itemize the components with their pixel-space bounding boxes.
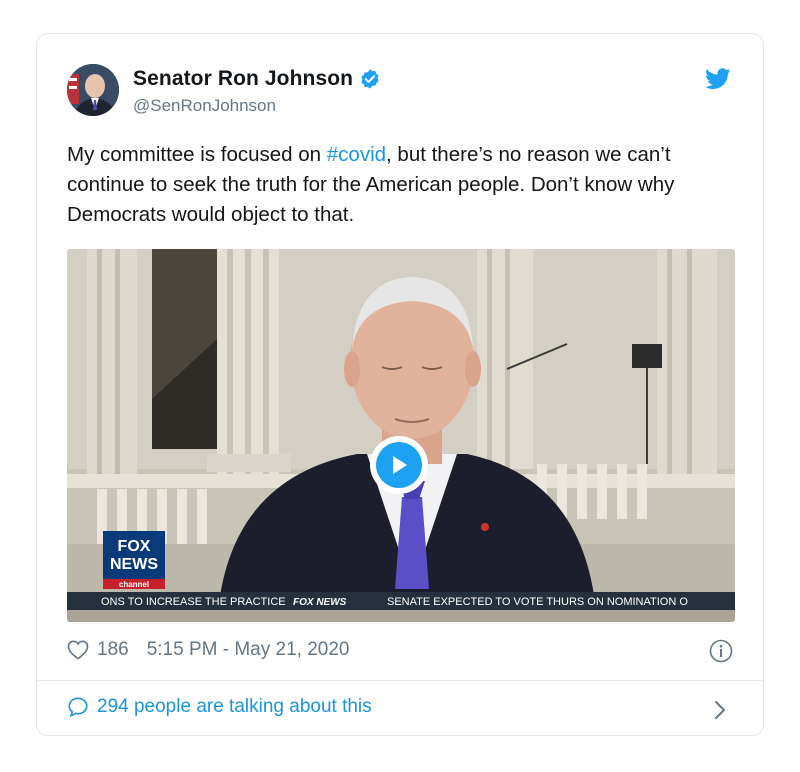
twitter-bird-icon[interactable]	[705, 68, 731, 90]
comment-bubble-icon	[67, 696, 89, 718]
divider	[37, 680, 763, 681]
play-button[interactable]	[370, 436, 428, 494]
play-icon	[376, 442, 422, 488]
conversation-label[interactable]: 294 people are talking about this	[97, 696, 372, 718]
avatar[interactable]	[67, 64, 119, 116]
conversation-link[interactable]: 294 people are talking about this	[67, 696, 372, 718]
timestamp[interactable]: 5:15 PM - May 21, 2020	[147, 639, 350, 661]
tweet-text-start: My committee is focused on	[67, 143, 327, 166]
tweet-text: My committee is focused on #covid, but t…	[67, 140, 727, 230]
display-name[interactable]: Senator Ron Johnson	[133, 67, 353, 91]
like-count[interactable]: 186	[97, 639, 129, 661]
ticker-left-text: ONS TO INCREASE THE PRACTICE	[101, 596, 286, 608]
tweet-meta: 186 5:15 PM - May 21, 2020	[67, 639, 349, 661]
fox-logo-line2: NEWS	[110, 556, 158, 573]
ticker-right-text: SENATE EXPECTED TO VOTE THURS ON NOMINAT…	[387, 596, 688, 608]
chevron-right-icon[interactable]	[713, 699, 727, 721]
author-name-row[interactable]: Senator Ron Johnson	[133, 67, 381, 91]
hashtag-link[interactable]: #covid	[327, 143, 386, 166]
tweet-card: Senator Ron Johnson @SenRonJohnson My co…	[36, 33, 764, 736]
verified-badge-icon	[359, 68, 381, 90]
fox-logo-line3: channel	[119, 580, 149, 589]
fox-logo-line1: FOX	[118, 538, 151, 555]
heart-icon[interactable]	[67, 640, 89, 660]
info-icon[interactable]	[709, 639, 733, 663]
author-handle[interactable]: @SenRonJohnson	[133, 96, 276, 116]
ticker-brand: FOX NEWS	[293, 597, 347, 608]
